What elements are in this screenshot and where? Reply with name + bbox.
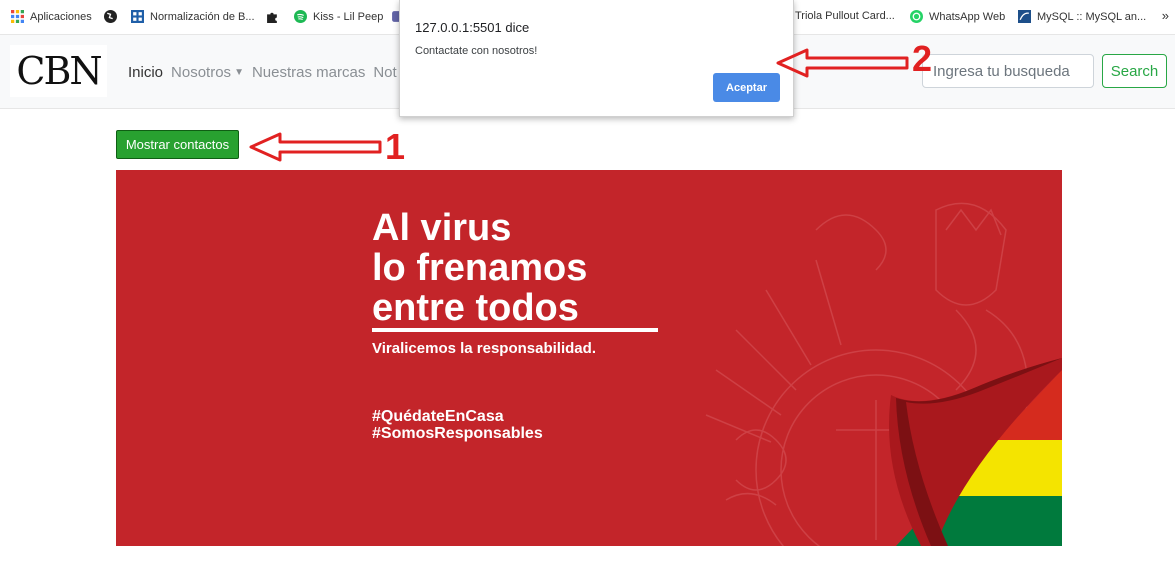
nav-link-inicio[interactable]: Inicio: [128, 64, 163, 81]
annotation-arrow-1-icon: [249, 132, 382, 162]
bookmark-label: MySQL :: MySQL an...: [1037, 10, 1147, 23]
headline-line: entre todos: [372, 287, 579, 329]
nav-link-nuestras-marcas[interactable]: Nuestras marcas: [252, 64, 365, 81]
bookmark-globe[interactable]: [104, 10, 123, 23]
spotify-icon: [294, 10, 307, 23]
banner-background-art: [705, 202, 1062, 546]
bookmark-normalizacion[interactable]: Normalización de B...: [131, 10, 255, 23]
headline-underline: [372, 328, 658, 332]
caret-down-icon: ▼: [234, 67, 244, 78]
bookmark-mysql[interactable]: MySQL :: MySQL an...: [1018, 10, 1146, 23]
alert-dialog: 127.0.0.1:5501 dice Contactate con nosot…: [399, 0, 794, 117]
search-input[interactable]: [922, 54, 1094, 88]
headline-line: Al virus: [372, 207, 512, 249]
banner-headline: Al virus lo frenamos entre todos: [372, 208, 587, 328]
banner-hashtag: #SomosResponsables: [372, 425, 543, 442]
dialog-accept-button[interactable]: Aceptar: [713, 73, 780, 102]
bookmark-app-icon: [131, 10, 144, 23]
nav-link-nosotros[interactable]: Nosotros ▼: [171, 64, 244, 81]
show-contacts-button[interactable]: Mostrar contactos: [116, 130, 239, 159]
bookmark-kiss[interactable]: Kiss - Lil Peep: [294, 10, 383, 23]
bookmark-puzzle[interactable]: [266, 10, 285, 23]
bookmarks-overflow-button[interactable]: »: [1162, 8, 1169, 23]
headline-line: lo frenamos: [372, 247, 588, 289]
annotation-number-2: 2: [912, 38, 933, 79]
bookmark-triola[interactable]: Triola Pullout Card...: [795, 10, 895, 22]
covid-banner: Al virus lo frenamos entre todos Viralic…: [116, 170, 1062, 546]
bookmark-aplicaciones[interactable]: Aplicaciones: [11, 10, 92, 23]
bookmark-label: WhatsApp Web: [929, 10, 1006, 23]
flag-corner: [889, 358, 1062, 546]
bookmark-label: Triola Pullout Card...: [795, 10, 895, 22]
annotation-arrow-2-icon: [776, 48, 909, 78]
bookmark-label: Aplicaciones: [30, 10, 92, 23]
bookmark-whatsapp[interactable]: WhatsApp Web: [910, 10, 1005, 23]
nav-link-label: Nosotros: [171, 64, 232, 81]
annotation-number-1: 1: [385, 126, 406, 167]
globe-icon: [104, 10, 117, 23]
apps-grid-icon: [11, 10, 24, 23]
nav-link-noticias[interactable]: Not: [373, 64, 396, 81]
whatsapp-icon: [910, 10, 923, 23]
puzzle-icon: [267, 12, 277, 23]
brand-logo[interactable]: CBN: [10, 45, 107, 97]
bookmark-label: Normalización de B...: [150, 10, 255, 23]
mysql-icon: [1018, 10, 1031, 23]
dialog-title: 127.0.0.1:5501 dice: [415, 20, 530, 35]
nav-links: Inicio Nosotros ▼ Nuestras marcas Not: [128, 64, 405, 81]
banner-subtitle: Viralicemos la responsabilidad.: [372, 340, 596, 357]
dialog-message: Contactate con nosotros!: [415, 45, 538, 57]
search-button[interactable]: Search: [1102, 54, 1167, 88]
bookmark-label: Kiss - Lil Peep: [313, 10, 384, 23]
banner-hashtag: #QuédateEnCasa: [372, 408, 504, 425]
